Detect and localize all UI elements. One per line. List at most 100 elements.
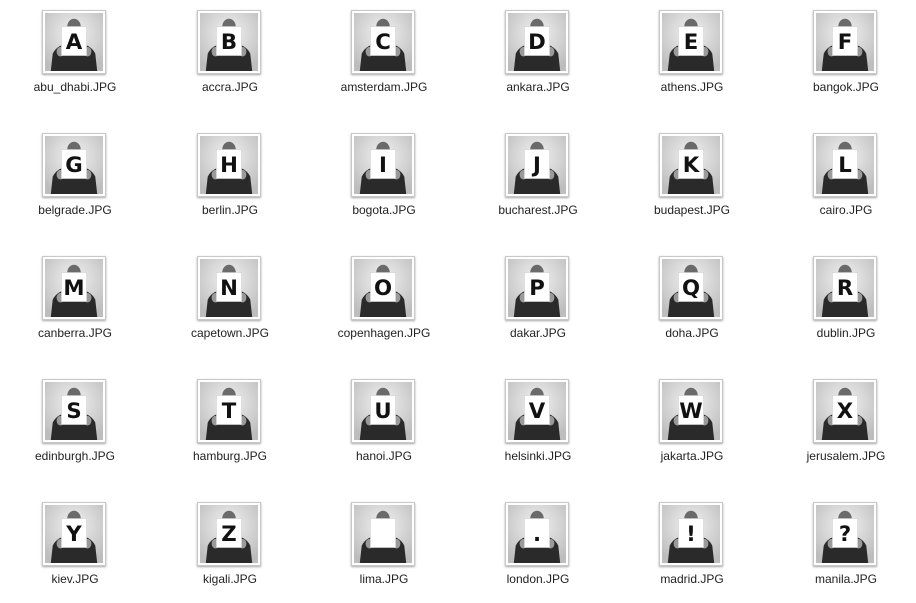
photo-image: X xyxy=(816,382,874,440)
file-item[interactable]: Ncapetown.JPG xyxy=(155,246,305,356)
photo-thumbnail-icon[interactable]: H xyxy=(197,133,261,197)
file-item[interactable]: ! madrid.JPG xyxy=(617,492,767,602)
card-letter: T xyxy=(222,399,237,424)
file-item[interactable]: Qdoha.JPG xyxy=(617,246,767,356)
photo-image: D xyxy=(508,13,566,71)
file-item[interactable]: Baccra.JPG xyxy=(155,0,305,110)
file-item[interactable]: Vhelsinki.JPG xyxy=(463,369,613,479)
photo-thumbnail-icon[interactable]: ! xyxy=(659,502,723,566)
file-item[interactable]: Uhanoi.JPG xyxy=(309,369,459,479)
photo-image: E xyxy=(662,13,720,71)
photo-image: N xyxy=(200,259,258,317)
photo-thumbnail-icon[interactable]: Q xyxy=(659,256,723,320)
photo-thumbnail-icon[interactable]: X xyxy=(813,379,877,443)
photo-thumbnail-icon[interactable]: C xyxy=(351,10,415,74)
photo-thumbnail-icon[interactable]: B xyxy=(197,10,261,74)
photo-thumbnail-icon[interactable]: E xyxy=(659,10,723,74)
file-name-label: budapest.JPG xyxy=(653,203,731,217)
file-item[interactable]: Ocopenhagen.JPG xyxy=(309,246,459,356)
photo-thumbnail-icon[interactable]: A xyxy=(42,10,106,74)
photo-thumbnail-icon[interactable]: J xyxy=(505,133,569,197)
photo-image: I xyxy=(354,136,412,194)
file-item[interactable]: Zkigali.JPG xyxy=(155,492,305,602)
photo-thumbnail-icon[interactable]: R xyxy=(813,256,877,320)
file-name-label: amsterdam.JPG xyxy=(340,80,428,94)
file-name-label: manila.JPG xyxy=(814,572,878,586)
file-item[interactable]: Kbudapest.JPG xyxy=(617,123,767,233)
photo-thumbnail-icon[interactable]: T xyxy=(197,379,261,443)
photo-image: . xyxy=(508,505,566,563)
photo-image: K xyxy=(662,136,720,194)
file-name-label: belgrade.JPG xyxy=(38,203,112,217)
file-item[interactable]: Lcairo.JPG xyxy=(771,123,916,233)
file-name-label: lima.JPG xyxy=(359,572,409,586)
file-item[interactable]: Jbucharest.JPG xyxy=(463,123,613,233)
card-letter: A xyxy=(66,30,83,55)
file-item[interactable]: Gbelgrade.JPG xyxy=(0,123,150,233)
photo-thumbnail-icon[interactable]: G xyxy=(42,133,106,197)
file-name-label: abu_dhabi.JPG xyxy=(33,80,117,94)
card-letter: B xyxy=(221,30,237,55)
file-item[interactable]: Camsterdam.JPG xyxy=(309,0,459,110)
file-item[interactable]: Sedinburgh.JPG xyxy=(0,369,150,479)
photo-thumbnail-icon[interactable]: S xyxy=(42,379,106,443)
photo-thumbnail-icon[interactable]: F xyxy=(813,10,877,74)
photo-image: B xyxy=(200,13,258,71)
card-letter: R xyxy=(837,276,853,301)
file-item[interactable]: Thamburg.JPG xyxy=(155,369,305,479)
photo-thumbnail-icon[interactable]: D xyxy=(505,10,569,74)
file-item[interactable]: Hberlin.JPG xyxy=(155,123,305,233)
photo-image: S xyxy=(45,382,103,440)
file-item[interactable]: Ykiev.JPG xyxy=(0,492,150,602)
photo-image: F xyxy=(816,13,874,71)
file-grid: Aabu_dhabi.JPG Baccra.JPG Camsterdam.JPG Da… xyxy=(0,0,916,603)
card-letter: J xyxy=(531,153,541,178)
photo-image: T xyxy=(200,382,258,440)
photo-thumbnail-icon[interactable] xyxy=(351,502,415,566)
card-letter: K xyxy=(683,153,701,178)
file-name-label: edinburgh.JPG xyxy=(34,449,116,463)
card-letter: Z xyxy=(221,522,236,547)
file-name-label: copenhagen.JPG xyxy=(337,326,431,340)
photo-thumbnail-icon[interactable]: M xyxy=(42,256,106,320)
file-item[interactable]: . london.JPG xyxy=(463,492,613,602)
card-letter: H xyxy=(220,153,238,178)
photo-image: V xyxy=(508,382,566,440)
photo-thumbnail-icon[interactable]: L xyxy=(813,133,877,197)
photo-thumbnail-icon[interactable]: . xyxy=(505,502,569,566)
photo-thumbnail-icon[interactable]: U xyxy=(351,379,415,443)
photo-image: ! xyxy=(662,505,720,563)
photo-thumbnail-icon[interactable]: N xyxy=(197,256,261,320)
file-item[interactable]: lima.JPG xyxy=(309,492,459,602)
card-letter: X xyxy=(837,399,853,424)
photo-thumbnail-icon[interactable]: K xyxy=(659,133,723,197)
file-item[interactable]: Dankara.JPG xyxy=(463,0,613,110)
photo-image: J xyxy=(508,136,566,194)
file-name-label: dublin.JPG xyxy=(816,326,876,340)
file-item[interactable]: Fbangok.JPG xyxy=(771,0,916,110)
file-item[interactable]: ? manila.JPG xyxy=(771,492,916,602)
file-item[interactable]: Mcanberra.JPG xyxy=(0,246,150,356)
file-item[interactable]: Eathens.JPG xyxy=(617,0,767,110)
file-item[interactable]: Xjerusalem.JPG xyxy=(771,369,916,479)
file-name-label: capetown.JPG xyxy=(190,326,270,340)
file-item[interactable]: Aabu_dhabi.JPG xyxy=(0,0,150,110)
photo-thumbnail-icon[interactable]: O xyxy=(351,256,415,320)
file-name-label: hamburg.JPG xyxy=(192,449,268,463)
photo-image: W xyxy=(662,382,720,440)
photo-thumbnail-icon[interactable]: P xyxy=(505,256,569,320)
file-item[interactable]: Rdublin.JPG xyxy=(771,246,916,356)
file-item[interactable]: Ibogota.JPG xyxy=(309,123,459,233)
photo-thumbnail-icon[interactable]: Z xyxy=(197,502,261,566)
file-name-label: hanoi.JPG xyxy=(355,449,413,463)
file-item[interactable]: Pdakar.JPG xyxy=(463,246,613,356)
photo-thumbnail-icon[interactable]: V xyxy=(505,379,569,443)
photo-thumbnail-icon[interactable]: I xyxy=(351,133,415,197)
photo-image: C xyxy=(354,13,412,71)
photo-thumbnail-icon[interactable]: Y xyxy=(42,502,106,566)
file-name-label: cairo.JPG xyxy=(819,203,873,217)
photo-thumbnail-icon[interactable]: ? xyxy=(813,502,877,566)
photo-thumbnail-icon[interactable]: W xyxy=(659,379,723,443)
file-name-label: jakarta.JPG xyxy=(660,449,724,463)
file-item[interactable]: Wjakarta.JPG xyxy=(617,369,767,479)
